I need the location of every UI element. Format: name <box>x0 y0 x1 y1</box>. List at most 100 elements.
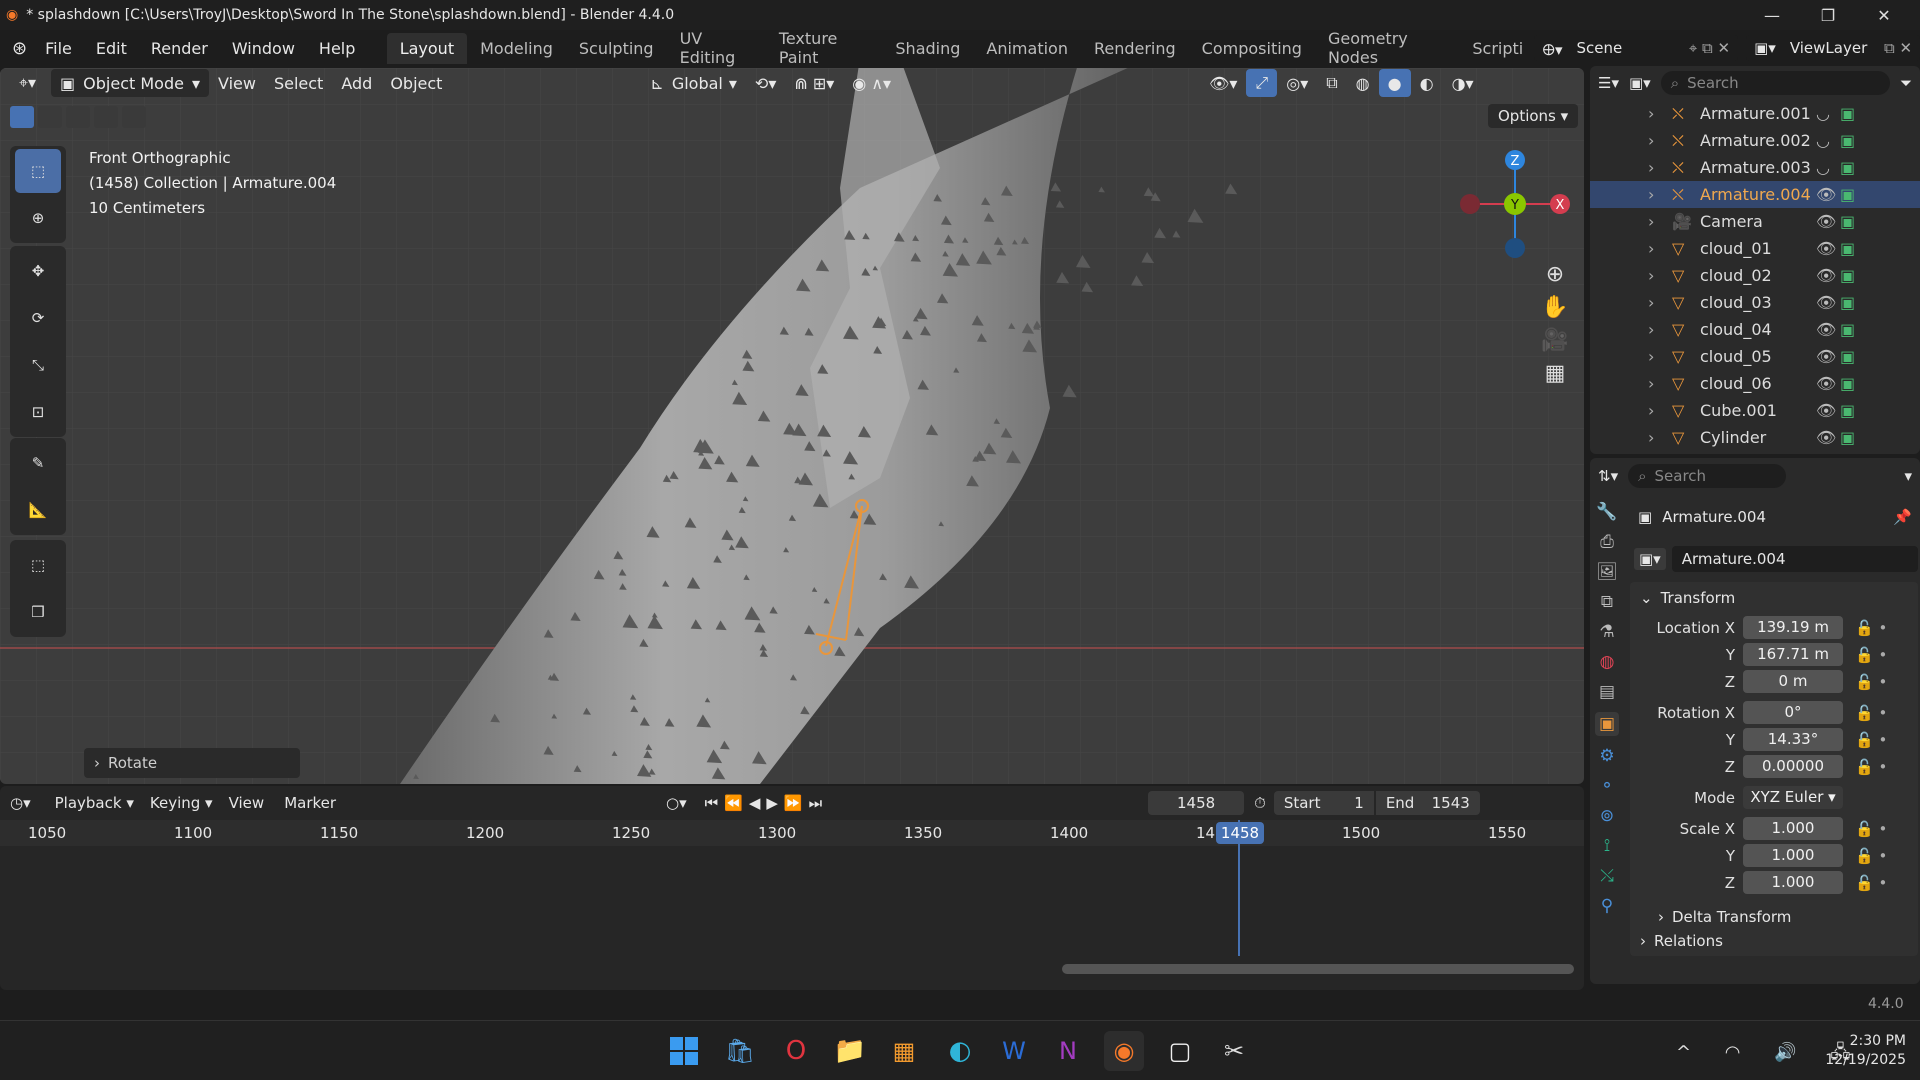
start-icon[interactable] <box>664 1031 704 1071</box>
outliner-item-cloud-03[interactable]: › ▽ cloud_03 👁 ▣ <box>1590 289 1920 316</box>
select-intersect-icon[interactable] <box>122 106 146 128</box>
constraints-tab-icon[interactable]: ⟟ <box>1604 836 1610 856</box>
tab-rendering[interactable]: Rendering <box>1081 33 1189 64</box>
data-tab-icon[interactable]: ⤯ <box>1600 866 1614 886</box>
chevron-right-icon[interactable]: › <box>1648 239 1654 258</box>
lock-icon[interactable]: 🔓 • <box>1855 874 1887 892</box>
outliner-item-armature-004[interactable]: › ⛌ Armature.004 👁 ▣ <box>1590 181 1920 208</box>
render-toggle-icon[interactable]: ▣ <box>1840 374 1855 393</box>
render-toggle-icon[interactable]: ▣ <box>1840 131 1855 150</box>
select-invert-icon[interactable] <box>94 106 118 128</box>
chevron-right-icon[interactable]: › <box>1648 104 1654 123</box>
render-toggle-icon[interactable]: ▣ <box>1840 266 1855 285</box>
start-frame-field[interactable]: Start 1 <box>1273 791 1374 815</box>
menu-object[interactable]: Object <box>381 69 451 97</box>
outliner-item-cloud-02[interactable]: › ▽ cloud_02 👁 ▣ <box>1590 262 1920 289</box>
stopwatch-icon[interactable]: ⏱ <box>1254 794 1266 812</box>
select-subtract-icon[interactable] <box>66 106 90 128</box>
tab-sculpting[interactable]: Sculpting <box>566 33 667 64</box>
chevron-right-icon[interactable]: › <box>1648 320 1654 339</box>
delta-transform-panel[interactable]: › Delta Transform <box>1630 902 1918 932</box>
output-tab-icon[interactable]: 🖼 <box>1596 562 1618 582</box>
gizmo-neg-x[interactable] <box>1460 194 1480 214</box>
shading-solid-icon[interactable]: ● <box>1378 69 1411 97</box>
chevron-right-icon[interactable]: › <box>1648 428 1654 447</box>
scale-tool[interactable]: ⤡ <box>15 343 61 387</box>
timeline-scrollbar[interactable] <box>1062 964 1574 974</box>
visibility-icon[interactable]: 👁 <box>1816 266 1836 285</box>
rotation-x-field[interactable]: 0° <box>1743 701 1843 724</box>
render-toggle-icon[interactable]: ▣ <box>1840 401 1855 420</box>
menu-view[interactable]: View <box>209 69 265 97</box>
chevron-right-icon[interactable]: › <box>1648 131 1654 150</box>
close-button[interactable]: ✕ <box>1856 0 1912 30</box>
scale-y-field[interactable]: 1.000 <box>1743 844 1843 867</box>
snipping-tool-icon[interactable]: ✂ <box>1214 1031 1254 1071</box>
lock-icon[interactable]: 🔓 • <box>1855 758 1887 776</box>
end-frame-field[interactable]: End 1543 <box>1375 791 1480 815</box>
visibility-icon[interactable]: 👁 <box>1816 347 1836 366</box>
chevron-right-icon[interactable]: › <box>1648 212 1654 231</box>
onenote-icon[interactable]: N <box>1048 1031 1088 1071</box>
playhead-frame-badge[interactable]: 1458 <box>1216 822 1264 844</box>
modifiers-tab-icon[interactable]: ⚙ <box>1599 746 1614 766</box>
measure-tool[interactable]: 📐 <box>15 488 61 532</box>
chevron-right-icon[interactable]: › <box>1648 266 1654 285</box>
select-box-tool[interactable]: ⬚ <box>15 149 61 193</box>
relations-panel[interactable]: › Relations <box>1630 932 1918 950</box>
menu-window[interactable]: Window <box>220 39 307 58</box>
render-toggle-icon[interactable]: ▣ <box>1840 293 1855 312</box>
tab-layout[interactable]: Layout <box>386 32 468 64</box>
outliner-item-cloud-06[interactable]: › ▽ cloud_06 👁 ▣ <box>1590 370 1920 397</box>
tab-animation[interactable]: Animation <box>973 33 1081 64</box>
xray-icon[interactable]: ⧉ <box>1317 69 1346 97</box>
gizmo-neg-z[interactable] <box>1505 238 1525 258</box>
visibility-icon[interactable]: 👁 <box>1816 401 1836 420</box>
location-z-field[interactable]: 0 m <box>1743 670 1843 693</box>
chevron-right-icon[interactable]: › <box>1648 347 1654 366</box>
pivot-icon[interactable]: ⟲▾ <box>746 69 785 97</box>
tab-scripting[interactable]: Scripti <box>1459 33 1522 64</box>
maximize-button[interactable]: ❐ <box>1800 0 1856 30</box>
last-operator-panel[interactable]: › Rotate <box>84 748 300 778</box>
pan-hand-icon[interactable]: ✋ <box>1538 295 1572 320</box>
menu-select[interactable]: Select <box>265 69 332 97</box>
render-toggle-icon[interactable]: ▣ <box>1840 320 1855 339</box>
pin-icon[interactable]: ⌖ ⧉ ✕ <box>1689 39 1730 57</box>
visibility-icon[interactable]: 👁 <box>1816 428 1836 447</box>
editor-type-button[interactable]: ⌖▾ <box>10 69 45 97</box>
edge-icon[interactable]: ◐ <box>940 1031 980 1071</box>
outliner-item-cloud-01[interactable]: › ▽ cloud_01 👁 ▣ <box>1590 235 1920 262</box>
shading-material-icon[interactable]: ◐ <box>1411 69 1443 97</box>
lock-icon[interactable]: 🔓 • <box>1855 673 1887 691</box>
record-icon[interactable]: ○▾ <box>666 794 687 812</box>
minimize-button[interactable]: — <box>1744 0 1800 30</box>
pin-icon[interactable]: 📌 <box>1893 508 1912 526</box>
rotation-y-field[interactable]: 14.33° <box>1743 728 1843 751</box>
outliner-item-cylinder[interactable]: › ▽ Cylinder 👁 ▣ <box>1590 424 1920 451</box>
properties-search-input[interactable]: ⌕ Search <box>1628 464 1787 488</box>
outliner-type-icon[interactable]: ☰▾ <box>1598 74 1619 92</box>
store-icon[interactable]: 🛍 <box>720 1031 760 1071</box>
outliner-item-cube-001[interactable]: › ▽ Cube.001 👁 ▣ <box>1590 397 1920 424</box>
lock-icon[interactable]: 🔓 • <box>1855 820 1887 838</box>
chevron-right-icon[interactable]: › <box>1648 158 1654 177</box>
location-y-field[interactable]: 167.71 m <box>1743 643 1843 666</box>
shading-rendered-icon[interactable]: ◑▾ <box>1443 69 1483 97</box>
render-toggle-icon[interactable]: ▣ <box>1840 239 1855 258</box>
filter-icon[interactable]: ⏷ <box>1900 74 1912 92</box>
particles-tab-icon[interactable]: ⚬ <box>1600 776 1614 796</box>
transform-orientation-dropdown[interactable]: ⊾ Global ▾ <box>641 69 745 97</box>
tab-compositing[interactable]: Compositing <box>1189 33 1315 64</box>
visibility-icon[interactable]: ◡ <box>1816 104 1830 123</box>
chevron-right-icon[interactable]: › <box>1648 401 1654 420</box>
render-toggle-icon[interactable]: ▣ <box>1840 104 1855 123</box>
options-button[interactable]: Options ▾ <box>1488 104 1579 128</box>
outliner-item-camera[interactable]: › 🎥 Camera 👁 ▣ <box>1590 208 1920 235</box>
rotate-tool[interactable]: ⟳ <box>15 296 61 340</box>
ortho-grid-icon[interactable]: ▦ <box>1538 361 1572 386</box>
lock-icon[interactable]: 🔓 • <box>1855 847 1887 865</box>
mode-dropdown[interactable]: ▣ Object Mode ▾ <box>51 69 209 97</box>
menu-help[interactable]: Help <box>307 39 367 58</box>
world-tab-icon[interactable]: ◍ <box>1600 652 1615 672</box>
